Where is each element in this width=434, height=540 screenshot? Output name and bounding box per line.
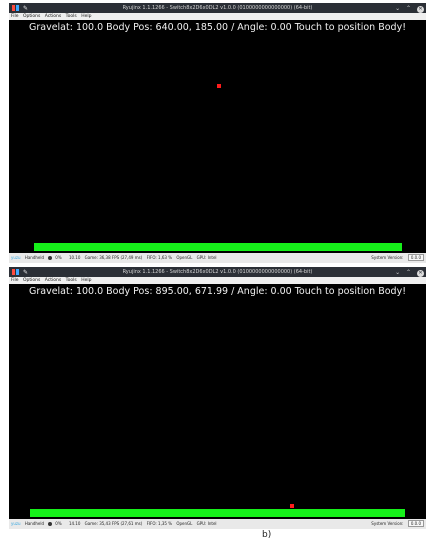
hud-text: Gravelat: 100.0 Body Pos: 640.00, 185.00…: [28, 22, 407, 33]
system-version-value: 0.0.0: [407, 254, 424, 261]
system-version-label: System Version:: [371, 521, 404, 526]
menu-file[interactable]: File: [11, 14, 19, 19]
volume-status[interactable]: 0%: [48, 255, 64, 260]
hud-text: Gravelat: 100.0 Body Pos: 895.00, 671.99…: [28, 286, 407, 297]
system-version-label: System Version:: [371, 255, 404, 260]
game-fps: Game: 35,43 FPS (27,61 ms): [84, 521, 143, 526]
status-bar: yuzu Handheld 0% 10.10 Game: 36,38 FPS (…: [9, 253, 426, 263]
close-icon[interactable]: ✕: [417, 6, 424, 13]
fps-counter: 14.10: [68, 521, 81, 526]
menu-options[interactable]: Options: [23, 278, 40, 283]
menu-options[interactable]: Options: [23, 14, 40, 19]
physics-body: [217, 84, 221, 88]
window-titlebar[interactable]: ✎ Ryujinx 1.1.1266 - Switch8x2D6x0DL2 v1…: [9, 267, 426, 277]
fifo-status: FIFO: 1,63 %: [146, 255, 173, 260]
volume-icon: [48, 256, 53, 260]
dock-mode-toggle[interactable]: Handheld: [25, 521, 44, 526]
dock-mode-toggle[interactable]: Handheld: [25, 255, 44, 260]
window-titlebar[interactable]: ✎ Ryujinx 1.1.1266 - Switch8x2D6x0DL2 v1…: [9, 3, 426, 13]
emulator-window-top: ✎ Ryujinx 1.1.1266 - Switch8x2D6x0DL2 v1…: [9, 3, 426, 263]
volume-icon: [48, 522, 53, 526]
menu-bar: File Options Actions Tools Help: [9, 277, 426, 284]
brand-label: yuzu: [11, 255, 21, 260]
graphics-api[interactable]: OpenGL: [176, 521, 192, 526]
brand-label: yuzu: [11, 521, 21, 526]
menu-help[interactable]: Help: [81, 14, 91, 19]
menu-help[interactable]: Help: [81, 278, 91, 283]
game-viewport[interactable]: Gravelat: 100.0 Body Pos: 640.00, 185.00…: [9, 20, 426, 253]
emulator-window-bottom: ✎ Ryujinx 1.1.1266 - Switch8x2D6x0DL2 v1…: [9, 267, 426, 529]
status-bar: yuzu Handheld 0% 14.10 Game: 35,43 FPS (…: [9, 519, 426, 529]
gpu-info: GPU: Intel: [196, 521, 217, 526]
game-fps: Game: 36,38 FPS (27,49 ms): [84, 255, 143, 260]
system-version-value: 0.0.0: [407, 520, 424, 527]
menu-tools[interactable]: Tools: [66, 278, 77, 283]
window-title: Ryujinx 1.1.1266 - Switch8x2D6x0DL2 v1.0…: [122, 5, 313, 11]
gpu-info: GPU: Intel: [196, 255, 217, 260]
ground-platform: [30, 509, 405, 517]
ground-platform: [34, 243, 402, 251]
menu-file[interactable]: File: [11, 278, 19, 283]
menu-actions[interactable]: Actions: [45, 278, 61, 283]
menu-tools[interactable]: Tools: [66, 14, 77, 19]
close-icon[interactable]: ✕: [417, 270, 424, 277]
graphics-api[interactable]: OpenGL: [176, 255, 192, 260]
menu-bar: File Options Actions Tools Help: [9, 13, 426, 20]
volume-status[interactable]: 0%: [48, 521, 64, 526]
menu-actions[interactable]: Actions: [45, 14, 61, 19]
fps-counter: 10.10: [68, 255, 81, 260]
physics-body: [290, 504, 294, 508]
window-title: Ryujinx 1.1.1266 - Switch8x2D6x0DL2 v1.0…: [122, 269, 313, 275]
game-viewport[interactable]: Gravelat: 100.0 Body Pos: 895.00, 671.99…: [9, 284, 426, 519]
fifo-status: FIFO: 1,35 %: [146, 521, 173, 526]
